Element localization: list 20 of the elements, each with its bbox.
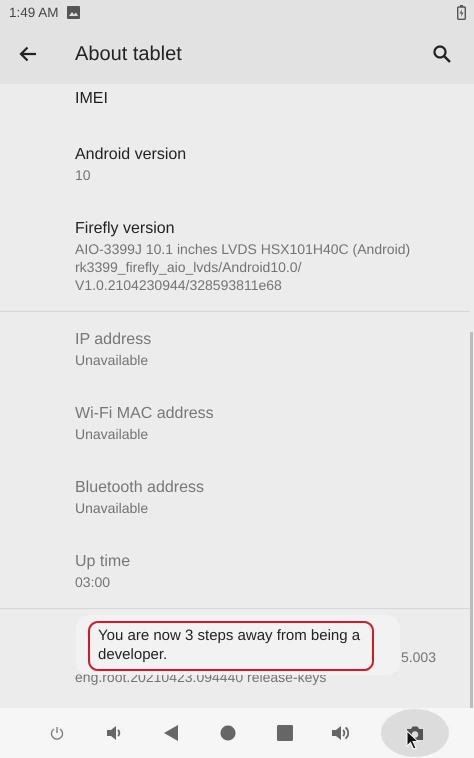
item-summary: rk3399_firefly_aio_lvds/Android10.0/	[75, 258, 302, 276]
item-summary: Unavailable	[75, 499, 150, 517]
item-summary: AIO-3399J 10.1 inches LVDS HSX101H40C (Android)	[75, 240, 412, 258]
clock: 1:49 AM	[9, 4, 59, 20]
item-summary: 5.003	[400, 648, 436, 666]
item-title: IMEI	[75, 89, 109, 109]
item-summary: Unavailable	[75, 351, 150, 369]
item-title: Android version	[75, 145, 188, 165]
item-title: Wi-Fi MAC address	[75, 404, 215, 424]
item-title: Up time	[75, 552, 132, 572]
item-title: Firefly version	[75, 219, 176, 239]
toast-message: You are now 3 steps away from being a developer.	[88, 621, 374, 671]
item-summary: eng.root.20210423.094440 release-keys	[75, 668, 328, 686]
item-title: IP address	[75, 330, 152, 350]
item-summary: 03:00	[75, 573, 112, 591]
item-summary: V1.0.2104230944/328593811e68	[75, 276, 283, 294]
item-summary: Unavailable	[75, 425, 150, 443]
item-title: Bluetooth address	[75, 478, 205, 498]
item-summary: 10	[75, 166, 92, 184]
page-title: About tablet	[75, 42, 182, 66]
